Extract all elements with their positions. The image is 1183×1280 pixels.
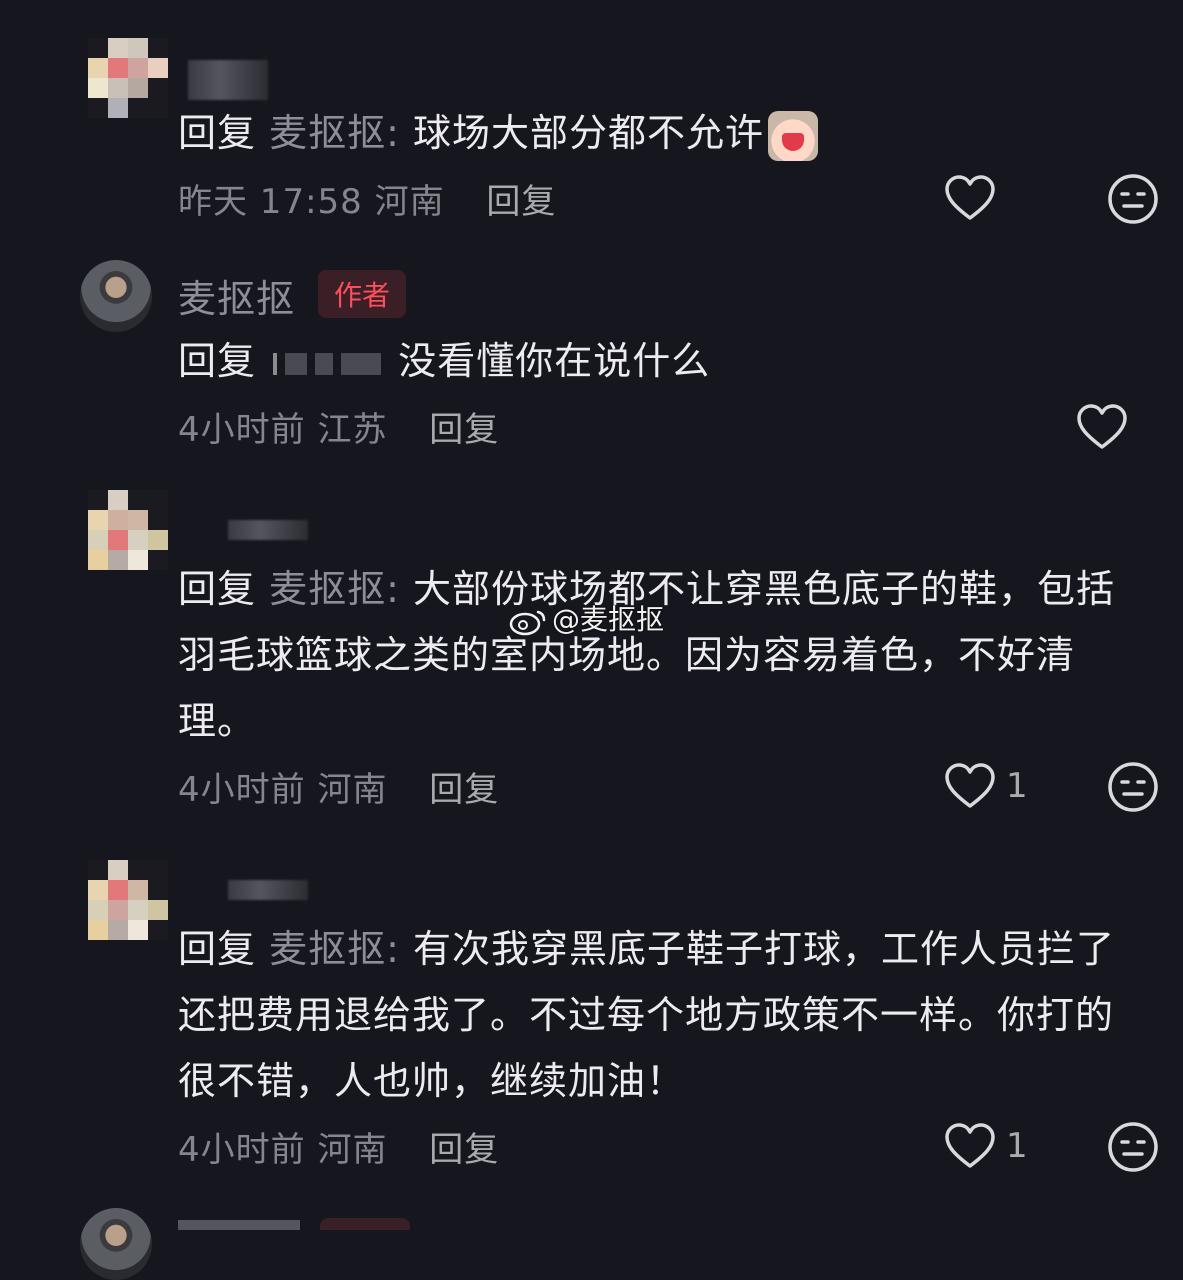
watermark-text: @麦抠抠 xyxy=(552,603,665,636)
comment-location: 河南 xyxy=(317,770,388,810)
like-heart-icon[interactable] xyxy=(942,171,998,227)
comment-text: 回复 没看懂你在说什么 xyxy=(178,328,1148,394)
comment-body: 球场大部分都不允许 xyxy=(413,111,765,155)
weibo-logo-icon xyxy=(509,610,546,636)
username-mosaic xyxy=(341,352,382,375)
username-blurred[interactable] xyxy=(188,60,268,100)
comment-meta: 昨天 17:58 河南 回复 xyxy=(178,174,556,223)
avatar[interactable] xyxy=(88,860,168,940)
username-mosaic xyxy=(285,352,308,375)
avatar[interactable] xyxy=(88,38,168,118)
reply-prefix: 回复 xyxy=(178,339,257,383)
comment-location: 河南 xyxy=(317,1130,388,1170)
author-badge-cutoff xyxy=(320,1218,410,1230)
comment-time: 昨天 17:58 xyxy=(178,182,363,222)
reply-prefix: 回复 xyxy=(178,927,257,971)
reply-target[interactable]: 麦抠抠: xyxy=(269,111,400,155)
reply-prefix: 回复 xyxy=(178,567,257,611)
like-heart-icon[interactable] xyxy=(942,1119,998,1175)
author-name[interactable]: 麦抠抠 xyxy=(178,268,295,323)
reply-button[interactable]: 回复 xyxy=(429,1130,499,1170)
comment-time: 4小时前 xyxy=(178,770,306,810)
reply-button[interactable]: 回复 xyxy=(429,410,499,450)
username-blurred[interactable] xyxy=(228,880,308,900)
reply-prefix: 回复 xyxy=(178,111,257,155)
username-blurred[interactable] xyxy=(228,520,308,540)
author-avatar[interactable] xyxy=(80,260,152,332)
author-badge: 作者 xyxy=(318,270,407,318)
comment-time: 4小时前 xyxy=(178,1130,306,1170)
comment-location: 河南 xyxy=(374,182,445,222)
reply-target[interactable]: 麦抠抠: xyxy=(269,567,400,611)
reply-button[interactable]: 回复 xyxy=(429,770,499,810)
username-mosaic xyxy=(315,352,334,375)
reply-button[interactable]: 回复 xyxy=(486,182,556,222)
emoji-reaction-icon[interactable] xyxy=(1106,172,1160,226)
author-name-cutoff xyxy=(178,1220,300,1230)
reply-target[interactable]: 麦抠抠: xyxy=(269,927,400,971)
crying-emoji-icon xyxy=(768,110,819,161)
emoji-reaction-icon[interactable] xyxy=(1106,1120,1160,1174)
like-heart-icon[interactable] xyxy=(942,759,998,815)
like-count: 1 xyxy=(1006,766,1028,806)
avatar[interactable] xyxy=(88,490,168,570)
comment-text: 回复 麦抠抠: 球场大部分都不允许 xyxy=(178,100,1148,166)
comment-meta: 4小时前 江苏 回复 xyxy=(178,402,499,451)
like-count: 1 xyxy=(1006,1126,1028,1166)
comment-text: 回复 麦抠抠: 有次我穿黑底子鞋子打球，工作人员拦了还把费用退给我了。不过每个地… xyxy=(178,916,1148,1114)
comment-location: 江苏 xyxy=(317,410,388,450)
comment-time: 4小时前 xyxy=(178,410,306,450)
comment-body: 没看懂你在说什么 xyxy=(398,339,711,383)
comment-meta: 4小时前 河南 回复 xyxy=(178,762,499,811)
comment-meta: 4小时前 河南 回复 xyxy=(178,1122,499,1171)
username-mosaic[interactable] xyxy=(273,352,278,375)
weibo-watermark: @麦抠抠 xyxy=(508,598,664,638)
author-avatar[interactable] xyxy=(80,1208,152,1280)
like-heart-icon[interactable] xyxy=(1074,400,1130,456)
emoji-reaction-icon[interactable] xyxy=(1106,760,1160,814)
comment-text: 回复 麦抠抠: 大部份球场都不让穿黑色底子的鞋，包括羽毛球篮球之类的室内场地。因… xyxy=(178,556,1148,754)
